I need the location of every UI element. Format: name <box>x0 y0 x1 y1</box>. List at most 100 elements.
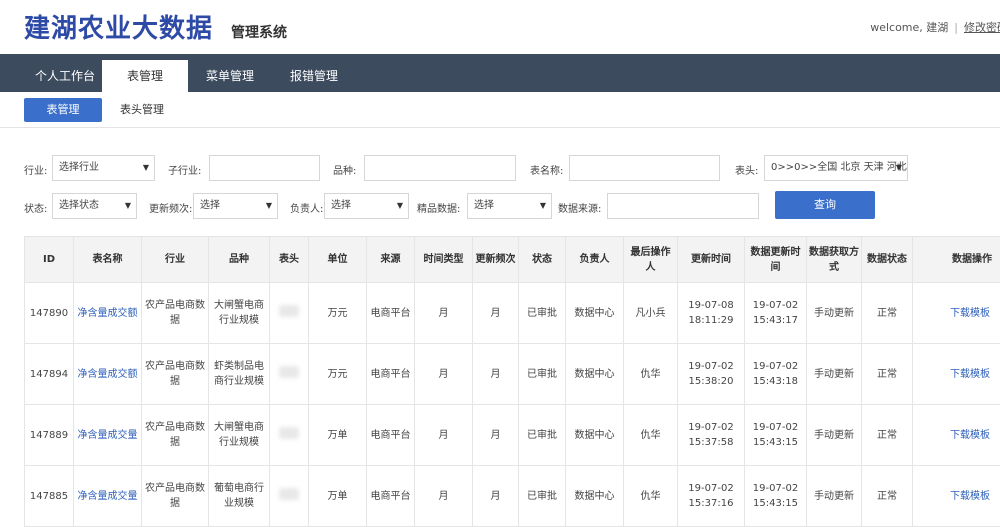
table-row: 147894净含量成交额农产品电商数据虾类制品电商行业规模万元电商平台月月已审批… <box>25 344 1000 405</box>
col-header: ID <box>25 237 74 283</box>
header-label: 表头: <box>735 162 758 177</box>
variety-input[interactable] <box>364 155 516 181</box>
main-nav: 个人工作台 表管理 菜单管理 报错管理 <box>0 54 1000 92</box>
cell-unit: 万元 <box>309 344 367 405</box>
chevron-down-icon: ▼ <box>540 194 546 218</box>
cell-data-status: 正常 <box>862 466 913 527</box>
cell-variety: 大闸蟹电商行业规模 <box>209 283 270 344</box>
header-select-value: 0>>0>>全国 北京 天津 河北 <box>771 162 907 173</box>
cell-source: 电商平台 <box>367 405 415 466</box>
download-template-link[interactable]: 下载模板 <box>913 405 1000 466</box>
tab-workbench[interactable]: 个人工作台 <box>20 60 110 92</box>
cell-id: 147885 <box>25 466 74 527</box>
cell-status: 已审批 <box>519 344 566 405</box>
col-header: 最后操作人 <box>624 237 678 283</box>
col-header: 时间类型 <box>415 237 473 283</box>
cell-frequency: 月 <box>473 283 519 344</box>
col-header: 数据获取方式 <box>807 237 862 283</box>
cell-table-name[interactable]: 净含量成交量 <box>74 405 142 466</box>
cell-industry: 农产品电商数据 <box>142 405 209 466</box>
cell-variety: 葡萄电商行业规模 <box>209 466 270 527</box>
subtab-header-management[interactable]: 表头管理 <box>104 98 180 122</box>
cell-time-type: 月 <box>415 405 473 466</box>
industry-select-value: 选择行业 <box>59 162 99 173</box>
col-header: 品种 <box>209 237 270 283</box>
col-header: 表名称 <box>74 237 142 283</box>
tab-table-management[interactable]: 表管理 <box>102 60 188 92</box>
cell-data-status: 正常 <box>862 283 913 344</box>
col-header: 更新时间 <box>678 237 745 283</box>
cell-table-name[interactable]: 净含量成交额 <box>74 283 142 344</box>
cell-id: 147889 <box>25 405 74 466</box>
query-button[interactable]: 查询 <box>775 191 875 219</box>
cell-source: 电商平台 <box>367 283 415 344</box>
premium-select[interactable]: 选择 ▼ <box>467 193 552 219</box>
cell-id: 147894 <box>25 344 74 405</box>
cell-acquire-method: 手动更新 <box>807 344 862 405</box>
chevron-down-icon: ▼ <box>397 194 403 218</box>
cell-unit: 万单 <box>309 405 367 466</box>
owner-select[interactable]: 选择▼ <box>324 193 409 219</box>
cell-frequency: 月 <box>473 405 519 466</box>
frequency-select-value: 选择 <box>200 200 220 211</box>
change-password-link[interactable]: 修改密码 <box>964 21 1000 34</box>
tab-error-management[interactable]: 报错管理 <box>274 60 354 92</box>
cell-last-operator: 仇华 <box>624 466 678 527</box>
welcome-text: welcome, 建湖 <box>870 21 948 34</box>
user-welcome: welcome, 建湖 | 修改密码 <box>870 19 1000 35</box>
subindustry-input[interactable] <box>209 155 320 181</box>
cell-frequency: 月 <box>473 466 519 527</box>
cell-source: 电商平台 <box>367 344 415 405</box>
blurred-header-value <box>279 488 299 500</box>
cell-data-status: 正常 <box>862 344 913 405</box>
chevron-down-icon: ▼ <box>266 194 272 218</box>
separator: | <box>954 21 958 34</box>
cell-table-name[interactable]: 净含量成交量 <box>74 466 142 527</box>
sub-nav: 表管理 表头管理 <box>0 92 1000 128</box>
header-select[interactable]: 0>>0>>全国 北京 天津 河北▼ <box>764 155 908 181</box>
tablename-label: 表名称: <box>530 162 563 177</box>
tab-menu-management[interactable]: 菜单管理 <box>190 60 270 92</box>
subtab-table-management[interactable]: 表管理 <box>24 98 102 122</box>
cell-unit: 万元 <box>309 283 367 344</box>
status-select[interactable]: 选择状态▼ <box>52 193 137 219</box>
download-template-link[interactable]: 下载模板 <box>913 283 1000 344</box>
cell-owner: 数据中心 <box>566 344 624 405</box>
table-row: 147885净含量成交量农产品电商数据葡萄电商行业规模万单电商平台月月已审批数据… <box>25 466 1000 527</box>
download-template-link[interactable]: 下载模板 <box>913 466 1000 527</box>
cell-data-update-time: 19-07-02 15:43:17 <box>745 283 807 344</box>
source-input[interactable] <box>607 193 759 219</box>
frequency-label: 更新频次: <box>149 200 192 215</box>
chevron-down-icon: ▼ <box>125 194 131 218</box>
cell-last-operator: 仇华 <box>624 405 678 466</box>
premium-select-value: 选择 <box>474 200 494 211</box>
cell-id: 147890 <box>25 283 74 344</box>
download-template-link[interactable]: 下载模板 <box>913 344 1000 405</box>
owner-label: 负责人: <box>290 200 323 215</box>
logo-subtitle: 管理系统 <box>231 22 287 42</box>
industry-select[interactable]: 选择行业▼ <box>52 155 155 181</box>
cell-data-update-time: 19-07-02 15:43:18 <box>745 344 807 405</box>
col-header: 负责人 <box>566 237 624 283</box>
cell-variety: 大闸蟹电商行业规模 <box>209 405 270 466</box>
data-table: ID 表名称 行业 品种 表头 单位 来源 时间类型 更新频次 状态 负责人 最… <box>24 236 1000 527</box>
tablename-input[interactable] <box>569 155 720 181</box>
cell-time-type: 月 <box>415 283 473 344</box>
cell-update-time: 19-07-08 18:11:29 <box>678 283 745 344</box>
logo-title: 建湖农业大数据 <box>24 8 213 45</box>
cell-header <box>270 466 309 527</box>
industry-label: 行业: <box>24 162 47 177</box>
table-header-row: ID 表名称 行业 品种 表头 单位 来源 时间类型 更新频次 状态 负责人 最… <box>25 237 1000 283</box>
variety-label: 品种: <box>333 162 356 177</box>
cell-table-name[interactable]: 净含量成交额 <box>74 344 142 405</box>
cell-data-status: 正常 <box>862 405 913 466</box>
frequency-select[interactable]: 选择 ▼ <box>193 193 278 219</box>
cell-acquire-method: 手动更新 <box>807 466 862 527</box>
cell-time-type: 月 <box>415 344 473 405</box>
cell-header <box>270 283 309 344</box>
cell-status: 已审批 <box>519 405 566 466</box>
cell-time-type: 月 <box>415 466 473 527</box>
cell-industry: 农产品电商数据 <box>142 466 209 527</box>
cell-update-time: 19-07-02 15:37:58 <box>678 405 745 466</box>
cell-owner: 数据中心 <box>566 466 624 527</box>
